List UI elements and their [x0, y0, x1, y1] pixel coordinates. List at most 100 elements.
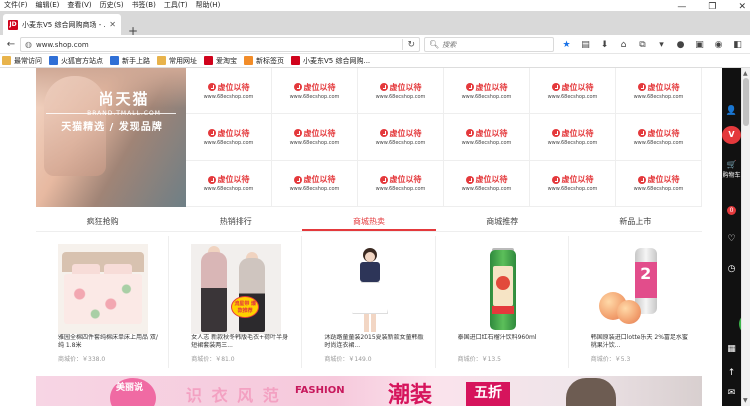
banner-tagline: 天猫精选 / 发现品牌 [61, 122, 163, 133]
girl-skirt [352, 282, 389, 314]
menu-item[interactable]: 编辑(E) [32, 0, 64, 11]
bookmark-item[interactable]: 小麦东V5 综合网购... [291, 56, 370, 66]
divider [402, 39, 404, 50]
menu-item[interactable]: 文件(F) [0, 0, 32, 11]
brand-logo-cell[interactable]: 虚位以待 www.68ecshop.com [616, 68, 702, 115]
logo-placeholder-text: 虚位以待 [561, 128, 594, 138]
product-name[interactable]: 泰国进口红石榴汁饮料960ml [458, 334, 558, 350]
product-tabs: 疯狂抢购 热销排行 商城热卖 商城推荐 新品上市 [36, 212, 702, 232]
brand-logo-cell[interactable]: 虚位以待 www.68ecshop.com [272, 114, 358, 161]
logo-placeholder-text: 虚位以待 [647, 128, 680, 138]
brand-logo-cell[interactable]: 虚位以待 www.68ecshop.com [444, 68, 530, 115]
history-clock-icon[interactable]: ◷ [722, 264, 741, 274]
product-card[interactable]: 雅园全棉四件套纯棉床单床上用品 双/纯 1.8米 商城价：￥338.0 [36, 236, 170, 368]
check-circle-icon [465, 175, 474, 184]
favorites-icon[interactable]: ♡ [722, 234, 741, 244]
product-image[interactable]: 流星带 爆款推荐 [191, 244, 282, 334]
brand-logo-cell[interactable]: 虚位以待 www.68ecshop.com [444, 160, 530, 207]
browser-tab-active[interactable]: JD 小麦东V5 综合网购商场 - ... ✕ [3, 14, 121, 35]
logo-url: www.68ecshop.com [547, 139, 598, 146]
menu-item[interactable]: 工具(T) [160, 0, 192, 11]
cart-icon[interactable]: 🛒 [722, 160, 741, 169]
brand-logo-cell[interactable]: 虚位以待 www.68ecshop.com [186, 68, 272, 115]
tab-2[interactable]: 热销排行 [169, 212, 302, 231]
bookmark-item[interactable]: 火狐官方站点 [49, 56, 103, 66]
brand-logo-cell[interactable]: 虚位以待 www.68ecshop.com [530, 160, 616, 207]
back-to-top-icon[interactable]: ↑ [722, 368, 741, 378]
cart-label[interactable]: 购物车 [722, 172, 741, 179]
brand-logo-cell[interactable]: 虚位以待 www.68ecshop.com [358, 68, 444, 115]
bookmark-star-icon[interactable]: ★ [560, 40, 573, 50]
product-name[interactable]: 沐跶路童童装2015夏装新款女童韩版时尚连衣裙... [324, 334, 424, 350]
product-name[interactable]: 雅园全棉四件套纯棉床单床上用品 双/纯 1.8米 [58, 334, 158, 350]
product-card[interactable]: 2 韩国原装进口lotte乐天 2%富足水蜜桃果汁饮... 商城价：￥5.3 [569, 236, 702, 368]
brand-logo-cell[interactable]: 虚位以待 www.68ecshop.com [616, 114, 702, 161]
reload-icon[interactable]: ↻ [407, 40, 419, 50]
dropdown-icon[interactable]: ▾ [655, 40, 668, 50]
brand-logo-cell[interactable]: 虚位以待 www.68ecshop.com [186, 160, 272, 207]
promo-headline: 识 衣 风 范 [186, 386, 281, 405]
brand-logo-cell[interactable]: 虚位以待 www.68ecshop.com [444, 114, 530, 161]
home-icon[interactable]: ⌂ [617, 40, 630, 50]
product-image[interactable] [58, 244, 148, 334]
menu-item[interactable]: 查看(V) [63, 0, 95, 11]
check-circle-icon [637, 129, 646, 138]
brand-logo-cell[interactable]: 虚位以待 www.68ecshop.com [272, 160, 358, 207]
site-favicon-icon [110, 56, 119, 65]
extension-icon[interactable]: ◉ [712, 40, 725, 50]
brand-logo-cell[interactable]: 虚位以待 www.68ecshop.com [530, 68, 616, 115]
search-input[interactable] [442, 40, 543, 49]
back-arrow-icon[interactable]: ← [3, 36, 19, 52]
product-card[interactable]: 沐跶路童童装2015夏装新款女童韩版时尚连衣裙... 商城价：￥149.0 [302, 236, 436, 368]
brand-logo-cell[interactable]: 虚位以待 www.68ecshop.com [358, 160, 444, 207]
logo-url: www.68ecshop.com [375, 139, 426, 146]
logo-url: www.68ecshop.com [461, 139, 512, 146]
brand-banner[interactable]: 尚天猫 BRAND.TMALL.COM 天猫精选 / 发现品牌 [36, 68, 186, 207]
account-icon[interactable]: ◧ [731, 40, 744, 50]
product-image[interactable]: 2 [591, 244, 681, 334]
tab-1[interactable]: 疯狂抢购 [36, 212, 169, 231]
scroll-up-icon[interactable]: ▲ [743, 70, 748, 77]
brand-logo-cell[interactable]: 虚位以待 www.68ecshop.com [358, 114, 444, 161]
brand-logo-cell[interactable]: 虚位以待 www.68ecshop.com [616, 160, 702, 207]
tab-5[interactable]: 新品上市 [569, 212, 702, 231]
address-bar[interactable]: ◍ www.shop.com ↻ [20, 37, 420, 52]
user-icon[interactable]: 👤 [722, 106, 741, 116]
reading-list-icon[interactable]: ▤ [579, 40, 592, 50]
brand-logo-cell[interactable]: 虚位以待 www.68ecshop.com [186, 114, 272, 161]
url-text[interactable]: www.shop.com [36, 41, 398, 49]
logo-placeholder-text: 虚位以待 [389, 128, 422, 138]
feedback-icon[interactable]: ✉ [722, 388, 741, 398]
promo-banner[interactable]: 美丽说 识 衣 风 范 FASHION 潮装 五折 [36, 376, 702, 406]
qr-code-icon[interactable]: ▦ [722, 344, 741, 354]
menu-item[interactable]: 帮助(H) [192, 0, 225, 11]
tab-3[interactable]: 商城热卖 [302, 212, 436, 231]
download-icon[interactable]: ⬇ [598, 40, 611, 50]
screenshot-icon[interactable]: ⧉ [636, 40, 649, 50]
vip-icon[interactable]: V [722, 126, 741, 144]
bookmark-item[interactable]: 新手上路 [110, 56, 150, 66]
tab-close-icon[interactable]: ✕ [109, 20, 116, 29]
product-card[interactable]: 流星带 爆款推荐 女人志 新款秋冬韩版毛衣+荷叶半身短裙套装两三... 商城价：￥8… [169, 236, 303, 368]
product-name[interactable]: 女人志 新款秋冬韩版毛衣+荷叶半身短裙套装两三... [191, 334, 291, 350]
brand-logo-cell[interactable]: 虚位以待 www.68ecshop.com [530, 114, 616, 161]
tab-4[interactable]: 商城推荐 [436, 212, 569, 231]
chat-icon[interactable]: ● [674, 40, 687, 50]
bookmark-item[interactable]: 最常访问 [2, 56, 42, 66]
product-image[interactable] [458, 244, 548, 334]
promo-circle-text: 美丽说 [116, 383, 144, 393]
brand-logo-cell[interactable]: 虚位以待 www.68ecshop.com [272, 68, 358, 115]
bookmark-item[interactable]: 爱淘宝 [204, 56, 237, 66]
scroll-thumb[interactable] [743, 78, 749, 126]
product-image[interactable] [324, 244, 415, 334]
bookmark-item[interactable]: 常用网址 [157, 56, 197, 66]
product-card[interactable]: 泰国进口红石榴汁饮料960ml 商城价：￥13.5 [436, 236, 569, 368]
page-scrollbar[interactable]: ▲ ▼ [741, 68, 750, 406]
bookmark-item[interactable]: 新标签页 [244, 56, 284, 66]
scroll-down-icon[interactable]: ▼ [743, 397, 748, 404]
search-box[interactable]: 🔍︎ [424, 37, 554, 52]
menu-item[interactable]: 书签(B) [128, 0, 160, 11]
product-name[interactable]: 韩国原装进口lotte乐天 2%富足水蜜桃果汁饮... [591, 334, 691, 350]
menu-item[interactable]: 历史(S) [96, 0, 128, 11]
image-icon[interactable]: ▣ [693, 40, 706, 50]
